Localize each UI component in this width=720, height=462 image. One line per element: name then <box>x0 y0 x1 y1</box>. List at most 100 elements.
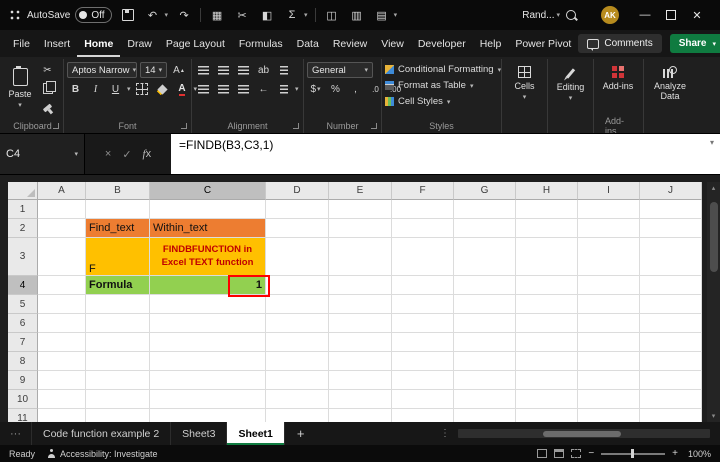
cells-button[interactable]: Cells ▾ <box>505 62 544 102</box>
name-box-dropdown-icon[interactable]: ▾ <box>74 150 78 158</box>
freeze-panes-icon[interactable]: ▥ <box>348 6 366 24</box>
cell-b7[interactable] <box>86 333 150 352</box>
cell-j7[interactable] <box>640 333 702 352</box>
percent-format-button[interactable]: % <box>327 81 344 97</box>
format-icon[interactable]: ▤ <box>373 6 391 24</box>
cell-d7[interactable] <box>266 333 329 352</box>
cell-a7[interactable] <box>38 333 86 352</box>
cell-j10[interactable] <box>640 390 702 409</box>
menu-tab-home[interactable]: Home <box>77 30 120 57</box>
borders-button[interactable] <box>134 81 151 97</box>
horizontal-scroll-thumb[interactable] <box>543 431 621 437</box>
autosave-toggle[interactable]: AutoSave Off <box>27 7 112 23</box>
cell-c9[interactable] <box>150 371 266 390</box>
menu-tab-page-layout[interactable]: Page Layout <box>159 30 232 57</box>
font-dialog-launcher-icon[interactable] <box>181 123 187 129</box>
font-color-button[interactable]: A <box>174 81 191 97</box>
align-right-button[interactable] <box>235 81 252 97</box>
cell-i1[interactable] <box>578 200 640 219</box>
cell-i8[interactable] <box>578 352 640 371</box>
align-top-button[interactable] <box>195 62 212 78</box>
autosum-icon[interactable]: Σ <box>283 6 301 24</box>
cell-b1[interactable] <box>86 200 150 219</box>
normal-view-icon[interactable] <box>537 449 547 458</box>
underline-dropdown-icon[interactable]: ▾ <box>127 85 131 93</box>
alignment-dialog-launcher-icon[interactable] <box>293 123 299 129</box>
cell-h11[interactable] <box>516 409 578 422</box>
menu-tab-view[interactable]: View <box>374 30 411 57</box>
align-middle-button[interactable] <box>215 62 232 78</box>
more-commands-icon[interactable]: ▾ <box>304 11 308 19</box>
paste-button[interactable]: Paste ▾ <box>5 62 35 110</box>
scroll-down-icon[interactable]: ▾ <box>707 412 720 420</box>
column-header-d[interactable]: D <box>266 182 329 200</box>
cell-d9[interactable] <box>266 371 329 390</box>
horizontal-scrollbar[interactable] <box>458 429 710 438</box>
cell-g2[interactable] <box>454 219 516 238</box>
cell-e4[interactable] <box>329 276 392 295</box>
cell-c2[interactable]: Within_text <box>150 219 266 238</box>
column-header-b[interactable]: B <box>86 182 150 200</box>
cell-f10[interactable] <box>392 390 454 409</box>
align-left-button[interactable] <box>195 81 212 97</box>
row-header-8[interactable]: 8 <box>8 352 38 371</box>
wrap-text-button[interactable] <box>275 62 292 78</box>
menu-tab-power-pivot[interactable]: Power Pivot <box>508 30 578 57</box>
cell-h3[interactable] <box>516 238 578 276</box>
select-all-corner[interactable] <box>8 182 38 200</box>
cells-dropdown-icon[interactable]: ▾ <box>523 94 527 102</box>
cell-f4[interactable] <box>392 276 454 295</box>
zoom-slider-thumb[interactable] <box>631 449 634 458</box>
cell-d8[interactable] <box>266 352 329 371</box>
cell-g7[interactable] <box>454 333 516 352</box>
undo-dropdown-icon[interactable]: ▾ <box>165 11 169 19</box>
cell-h6[interactable] <box>516 314 578 333</box>
name-box[interactable]: C4 ▾ <box>0 134 85 174</box>
cell-g6[interactable] <box>454 314 516 333</box>
cell-a9[interactable] <box>38 371 86 390</box>
vertical-scrollbar[interactable]: ▴ ▾ <box>707 182 720 422</box>
search-icon[interactable] <box>566 10 576 20</box>
page-layout-view-icon[interactable] <box>554 449 564 458</box>
cell-e1[interactable] <box>329 200 392 219</box>
cell-b2[interactable]: Find_text <box>86 219 150 238</box>
autosave-pill[interactable]: Off <box>75 7 111 23</box>
cell-c6[interactable] <box>150 314 266 333</box>
number-format-select[interactable]: General▾ <box>307 62 373 78</box>
cell-f11[interactable] <box>392 409 454 422</box>
cell-f3[interactable] <box>392 238 454 276</box>
font-name-select[interactable]: Aptos Narrow▾ <box>67 62 137 78</box>
account-avatar[interactable]: AK <box>601 6 619 24</box>
cell-i3[interactable] <box>578 238 640 276</box>
menu-tab-data[interactable]: Data <box>290 30 326 57</box>
align-bottom-button[interactable] <box>235 62 252 78</box>
cell-i6[interactable] <box>578 314 640 333</box>
cell-g11[interactable] <box>454 409 516 422</box>
column-header-e[interactable]: E <box>329 182 392 200</box>
cell-g10[interactable] <box>454 390 516 409</box>
cancel-entry-icon[interactable]: × <box>105 148 111 160</box>
cell-f5[interactable] <box>392 295 454 314</box>
cell-j6[interactable] <box>640 314 702 333</box>
search-dropdown-icon[interactable]: ▾ <box>556 11 560 19</box>
cell-d11[interactable] <box>266 409 329 422</box>
sheet-tab-code-function-example-2[interactable]: Code function example 2 <box>31 422 171 445</box>
cell-j9[interactable] <box>640 371 702 390</box>
sheet-tab-sheet3[interactable]: Sheet3 <box>171 422 227 445</box>
cell-c5[interactable] <box>150 295 266 314</box>
cell-b9[interactable] <box>86 371 150 390</box>
conditional-formatting-button[interactable]: Conditional Formatting▾ <box>385 62 501 77</box>
cell-e8[interactable] <box>329 352 392 371</box>
underline-button[interactable]: U <box>107 81 124 97</box>
menu-tab-review[interactable]: Review <box>326 30 374 57</box>
menu-tab-help[interactable]: Help <box>473 30 509 57</box>
cell-e2[interactable] <box>329 219 392 238</box>
row-header-3[interactable]: 3 <box>8 238 38 276</box>
cell-i7[interactable] <box>578 333 640 352</box>
format-as-table-button[interactable]: Format as Table▾ <box>385 78 473 93</box>
menu-tab-insert[interactable]: Insert <box>37 30 77 57</box>
row-header-9[interactable]: 9 <box>8 371 38 390</box>
cell-h1[interactable] <box>516 200 578 219</box>
cell-i11[interactable] <box>578 409 640 422</box>
currency-format-button[interactable]: $▾ <box>307 81 324 97</box>
